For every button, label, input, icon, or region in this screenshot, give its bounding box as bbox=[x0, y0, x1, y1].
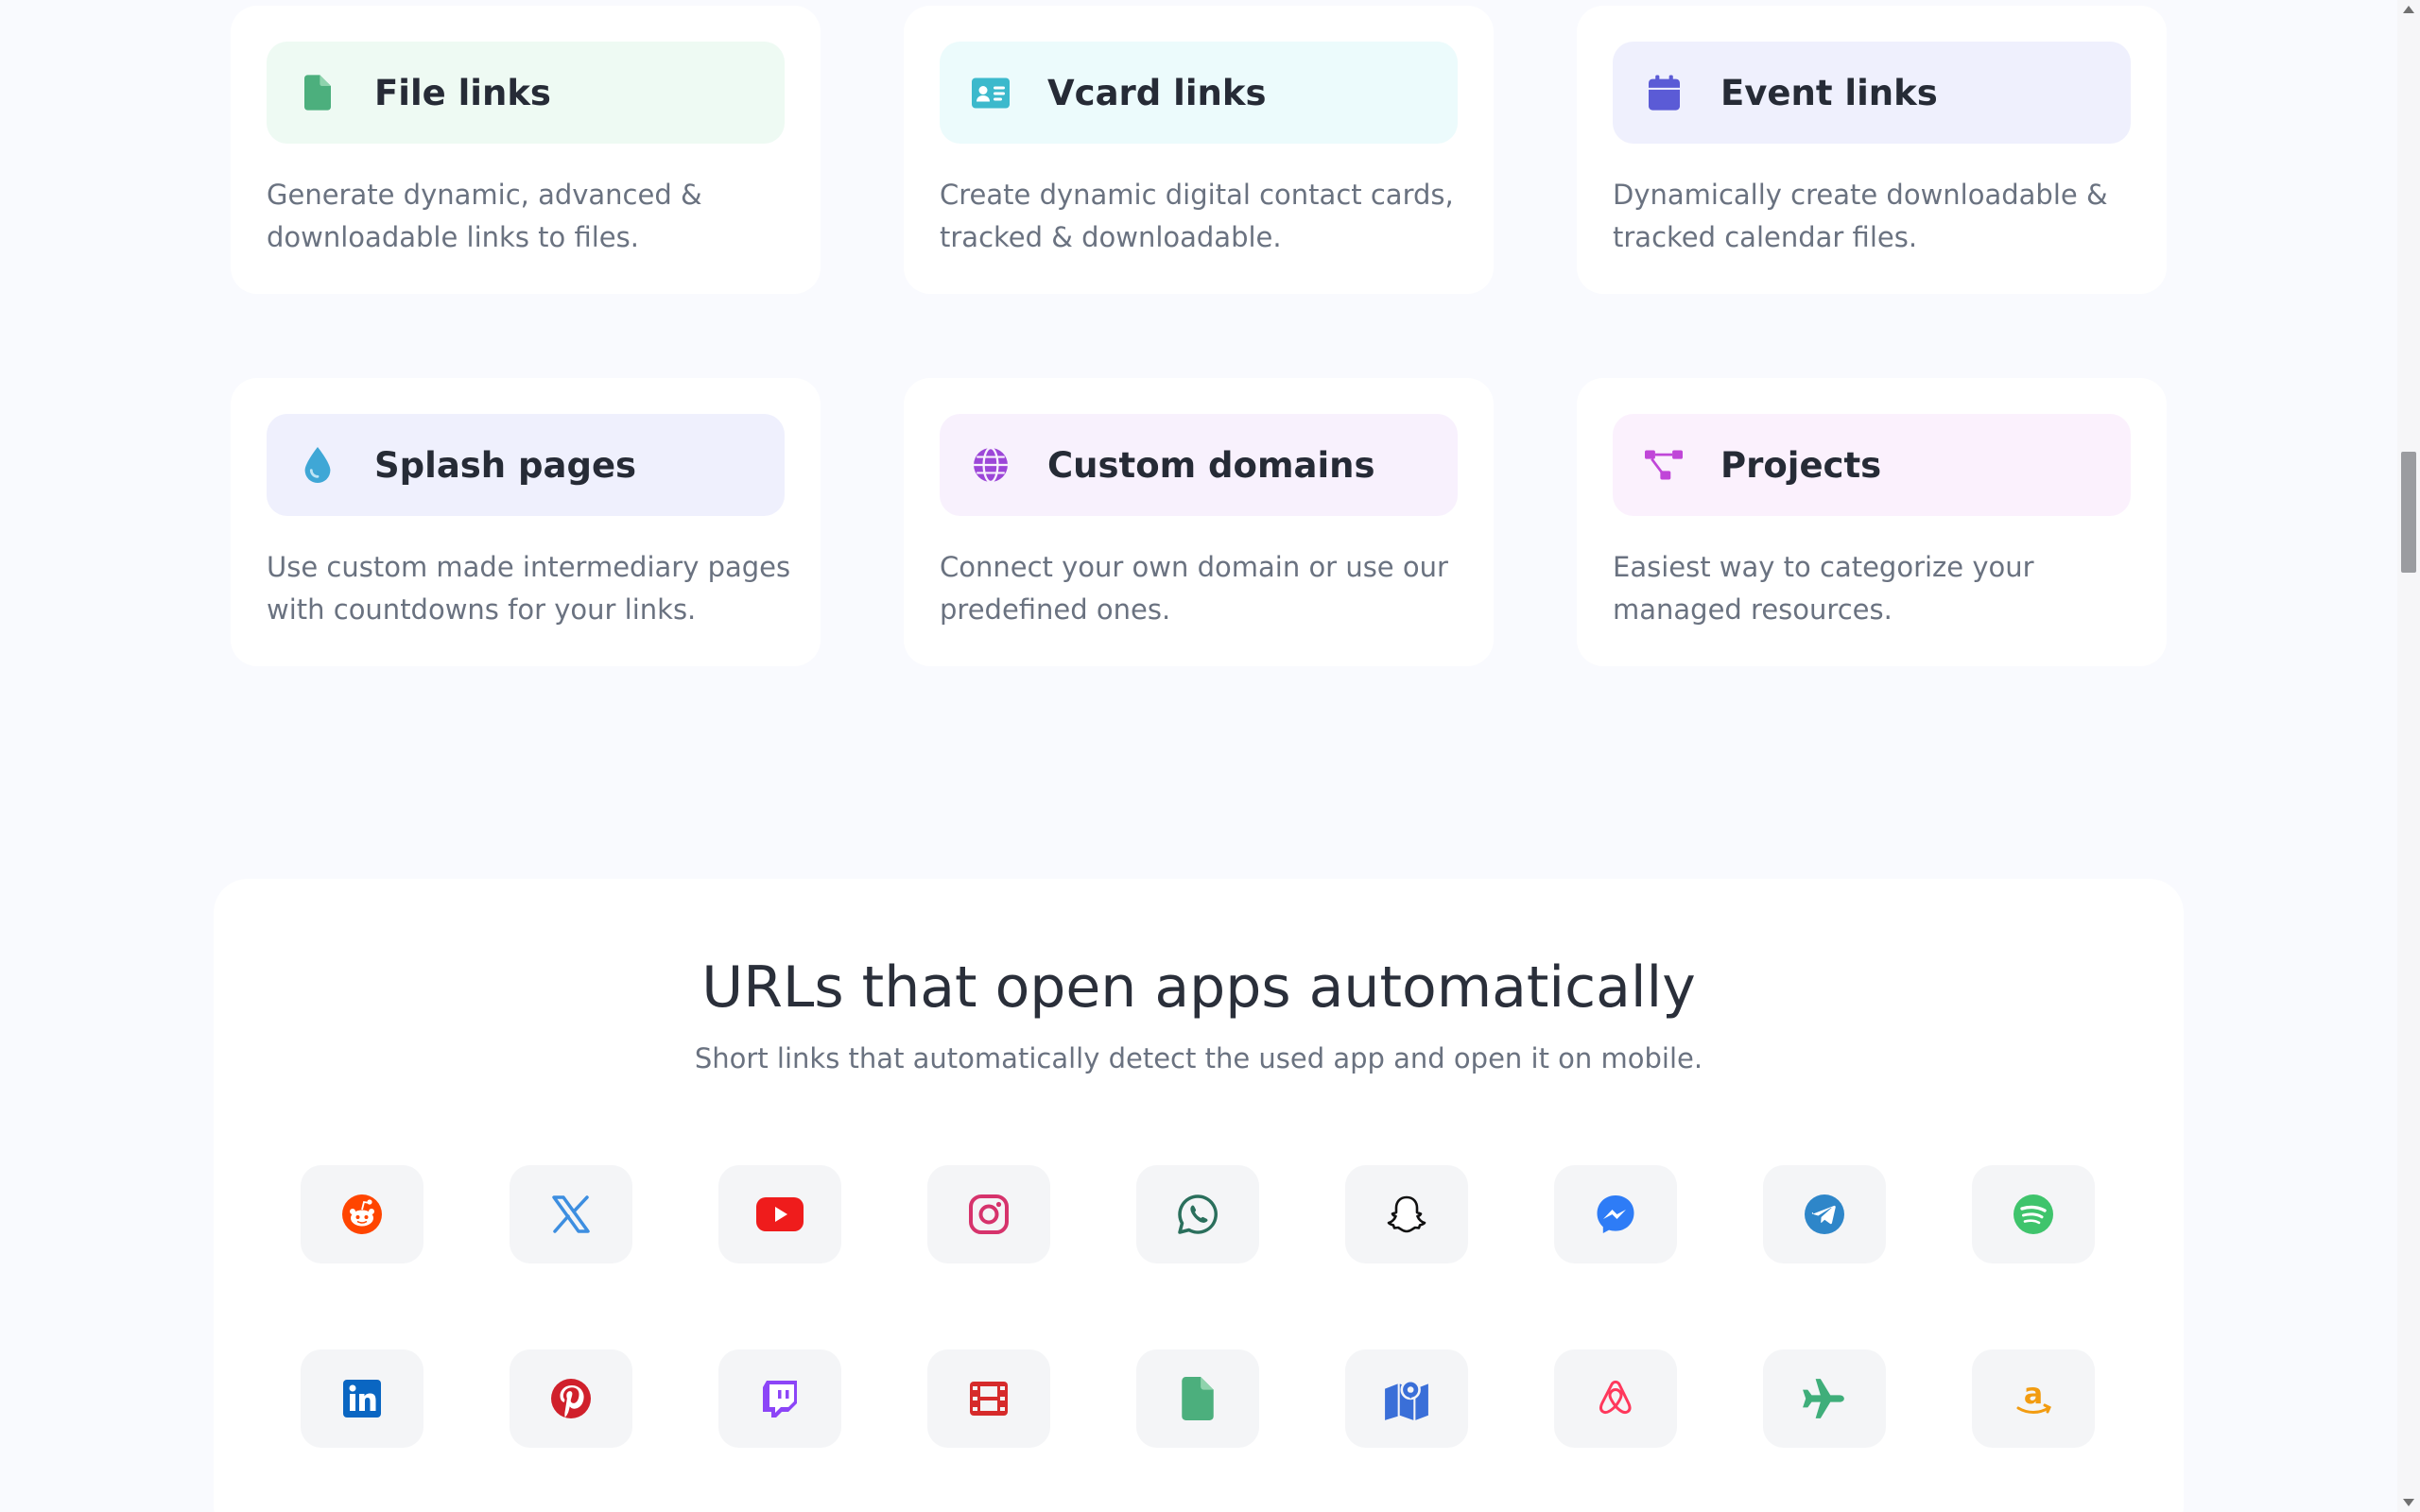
app-messenger[interactable] bbox=[1554, 1165, 1677, 1263]
plane-icon bbox=[1803, 1379, 1844, 1418]
snapchat-icon bbox=[1387, 1195, 1426, 1233]
app-pinterest[interactable] bbox=[510, 1349, 632, 1448]
page: File links Generate dynamic, advanced & … bbox=[0, 0, 2420, 1512]
app-amazon[interactable]: a bbox=[1972, 1349, 2095, 1448]
feature-header: Vcard links bbox=[940, 42, 1458, 144]
app-snapchat[interactable] bbox=[1345, 1165, 1468, 1263]
feature-card-vcard-links[interactable]: Vcard links Create dynamic digital conta… bbox=[904, 6, 1494, 294]
scrollbar-thumb[interactable] bbox=[2401, 452, 2416, 573]
feature-header: Custom domains bbox=[940, 414, 1458, 516]
feature-card-splash-pages[interactable]: Splash pages Use custom made intermediar… bbox=[231, 378, 821, 666]
vcard-icon bbox=[972, 74, 1010, 112]
app-maps[interactable] bbox=[1345, 1349, 1468, 1448]
feature-card-custom-domains[interactable]: Custom domains Connect your own domain o… bbox=[904, 378, 1494, 666]
feature-card-event-links[interactable]: Event links Dynamically create downloada… bbox=[1577, 6, 2167, 294]
calendar-icon bbox=[1645, 74, 1683, 112]
airbnb-icon bbox=[1599, 1380, 1632, 1415]
app-whatsapp[interactable] bbox=[1136, 1165, 1259, 1263]
feature-title: File links bbox=[374, 72, 551, 113]
amazon-icon: a bbox=[2016, 1378, 2051, 1414]
feature-description: Create dynamic digital contact cards, tr… bbox=[940, 179, 1454, 253]
globe-icon bbox=[972, 446, 1010, 484]
app-video[interactable] bbox=[927, 1349, 1050, 1448]
feature-description: Generate dynamic, advanced & downloadabl… bbox=[267, 179, 702, 253]
vertical-scrollbar[interactable] bbox=[2397, 0, 2420, 1512]
project-diagram-icon bbox=[1645, 446, 1683, 484]
spotify-icon bbox=[2014, 1194, 2053, 1234]
app-linkedin[interactable] bbox=[301, 1349, 424, 1448]
scroll-down-arrow-icon[interactable] bbox=[2403, 1499, 2414, 1506]
messenger-icon bbox=[1597, 1195, 1634, 1233]
file-icon bbox=[1182, 1377, 1214, 1420]
app-x[interactable] bbox=[510, 1165, 632, 1263]
feature-description: Use custom made intermediary pages with … bbox=[267, 551, 791, 626]
feature-title: Projects bbox=[1720, 444, 1882, 486]
app-youtube[interactable] bbox=[718, 1165, 841, 1263]
instagram-icon bbox=[969, 1194, 1009, 1234]
app-twitch[interactable] bbox=[718, 1349, 841, 1448]
app-file[interactable] bbox=[1136, 1349, 1259, 1448]
feature-description: Dynamically create downloadable & tracke… bbox=[1613, 179, 2108, 253]
feature-card-file-links[interactable]: File links Generate dynamic, advanced & … bbox=[231, 6, 821, 294]
feature-title: Splash pages bbox=[374, 444, 637, 486]
telegram-icon bbox=[1805, 1194, 1844, 1234]
feature-title: Custom domains bbox=[1047, 444, 1375, 486]
feature-description: Easiest way to categorize your managed r… bbox=[1613, 551, 2034, 626]
reddit-icon bbox=[342, 1194, 382, 1234]
feature-header: Splash pages bbox=[267, 414, 785, 516]
linkedin-icon bbox=[343, 1380, 381, 1418]
file-icon bbox=[299, 74, 337, 112]
feature-title: Event links bbox=[1720, 72, 1938, 113]
feature-header: File links bbox=[267, 42, 785, 144]
scroll-up-arrow-icon[interactable] bbox=[2403, 6, 2414, 13]
twitch-icon bbox=[763, 1381, 797, 1418]
svg-text:a: a bbox=[2024, 1378, 2043, 1411]
apps-section-title: URLs that open apps automatically bbox=[701, 954, 1696, 1021]
x-twitter-icon bbox=[552, 1195, 590, 1233]
feature-header: Projects bbox=[1613, 414, 2131, 516]
pinterest-icon bbox=[551, 1379, 591, 1418]
feature-title: Vcard links bbox=[1047, 72, 1267, 113]
feature-card-projects[interactable]: Projects Easiest way to categorize your … bbox=[1577, 378, 2167, 666]
app-travel[interactable] bbox=[1763, 1349, 1886, 1448]
app-telegram[interactable] bbox=[1763, 1165, 1886, 1263]
apps-section-subtitle: Short links that automatically detect th… bbox=[694, 1042, 1703, 1074]
feature-description: Connect your own domain or use our prede… bbox=[940, 551, 1448, 626]
whatsapp-icon bbox=[1178, 1194, 1218, 1234]
map-icon bbox=[1385, 1379, 1428, 1420]
film-icon bbox=[970, 1382, 1008, 1416]
app-reddit[interactable] bbox=[301, 1165, 424, 1263]
feature-header: Event links bbox=[1613, 42, 2131, 144]
droplet-icon bbox=[299, 446, 337, 484]
app-instagram[interactable] bbox=[927, 1165, 1050, 1263]
app-spotify[interactable] bbox=[1972, 1165, 2095, 1263]
app-airbnb[interactable] bbox=[1554, 1349, 1677, 1448]
youtube-icon bbox=[756, 1197, 804, 1231]
